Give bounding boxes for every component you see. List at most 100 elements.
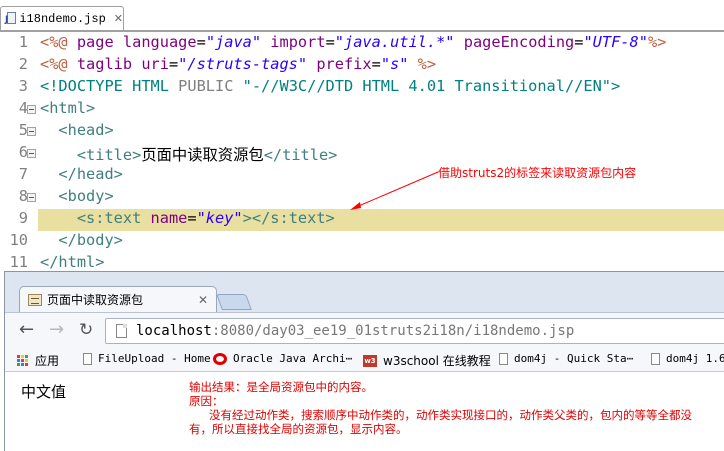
page-icon <box>83 352 92 365</box>
bookmark-label: FileUpload - Home <box>98 352 211 365</box>
bookmark-apps[interactable]: 应用 <box>17 352 59 369</box>
jsp-file-icon: J <box>5 11 16 26</box>
collapse-icon[interactable] <box>27 149 36 158</box>
url-path: :8080/day03_ee19_01struts2i18n/i18ndemo.… <box>211 323 575 339</box>
code-token: <%@ <box>40 55 77 73</box>
line-number: 7 <box>18 165 28 183</box>
code-text: </body> <box>40 231 123 249</box>
code-line[interactable]: 4 <html> <box>0 99 724 121</box>
code-line[interactable]: 5 <head> <box>0 121 724 143</box>
bookmark-oracle[interactable]: Oracle Java Archi⋯ <box>213 352 352 365</box>
page-icon <box>499 352 508 365</box>
editor-tab-bar: J i18ndemo.jsp ✕ <box>0 0 724 32</box>
code-token: <title> <box>76 146 142 164</box>
line-number: 5 <box>18 121 28 139</box>
collapse-icon[interactable] <box>27 105 36 114</box>
page-content: 中文值 输出结果：是全局资源包中的内容。 原因： 没有经过动作类，搜索顺序中动作… <box>5 372 724 451</box>
code-token: taglib <box>76 55 142 73</box>
code-text: <head> <box>40 121 114 139</box>
bookmark-dom4j-quickstart[interactable]: dom4j - Quick Sta⋯ <box>499 352 633 365</box>
note-reason-line1: 没有经过动作类，搜索顺序中动作类的，动作类实现接口的，动作类父类的，包内的等等全… <box>209 408 692 422</box>
code-line[interactable]: 1 <%@ page language="java" import="java.u… <box>0 33 724 55</box>
page-icon <box>116 324 127 338</box>
annotation-text: 借助struts2的标签来读取资源包内容 <box>438 166 637 180</box>
browser-toolbar: ← → ↻ localhost:8080/day03_ee19_01struts… <box>5 312 724 348</box>
code-token: "java.util.*" <box>334 33 455 51</box>
code-token: pageEncoding <box>463 33 575 51</box>
tab-divider <box>0 30 724 32</box>
bookmarks-bar: 应用 FileUpload - Home Oracle Java Archi⋯ … <box>5 348 724 372</box>
annotation-arrow <box>350 171 439 210</box>
code-text: <html> <box>40 99 95 117</box>
collapse-icon[interactable] <box>27 127 36 136</box>
code-token: "/struts-tags" <box>178 55 308 73</box>
note-reason-line2: 有，所以直接找全局的资源包，显示内容。 <box>189 422 408 436</box>
line-gutter: 2 <box>0 55 38 77</box>
code-token: <s:text <box>76 209 151 227</box>
code-token: </html> <box>40 253 105 271</box>
editor-tab-i18ndemo[interactable]: J i18ndemo.jsp ✕ <box>0 6 124 30</box>
code-token: prefix <box>316 55 372 73</box>
code-line[interactable]: 3 <!DOCTYPE HTML PUBLIC "-//W3C//DTD HTML… <box>0 77 724 99</box>
code-token: = <box>196 33 206 51</box>
line-number: 9 <box>18 209 28 227</box>
line-gutter: 10 <box>0 231 38 253</box>
close-icon[interactable]: ✕ <box>198 293 208 307</box>
code-area[interactable]: 1 <%@ page language="java" import="java.u… <box>0 33 724 275</box>
code-line[interactable]: 2 <%@ taglib uri="/struts-tags" prefix="s… <box>0 55 724 77</box>
code-token: "key" <box>196 209 243 227</box>
apps-icon <box>17 354 29 367</box>
editor-tab-title: i18ndemo.jsp <box>19 11 106 26</box>
line-number: 3 <box>18 77 28 95</box>
code-token: <%@ <box>40 33 77 51</box>
bookmark-label: Oracle Java Archi⋯ <box>233 352 353 365</box>
forward-arrow-icon[interactable]: → <box>49 321 64 339</box>
new-tab-button[interactable] <box>216 294 252 310</box>
note-reason-label: 原因： <box>189 394 224 408</box>
address-bar[interactable]: localhost:8080/day03_ee19_01struts2i18n/… <box>105 318 724 344</box>
line-number: 1 <box>18 33 28 51</box>
code-token: = <box>168 55 179 73</box>
collapse-icon[interactable] <box>27 193 36 202</box>
code-token: uri <box>141 55 169 73</box>
result-note: 输出结果：是全局资源包中的内容。 原因： 没有经过动作类，搜索顺序中动作类的，动… <box>189 380 724 436</box>
page-icon <box>651 352 660 365</box>
line-gutter: 5 <box>0 121 38 143</box>
code-token: </body> <box>58 231 123 249</box>
code-text: <%@ taglib uri="/struts-tags" prefix="s"… <box>40 55 436 73</box>
bookmark-fileupload[interactable]: FileUpload - Home <box>83 352 211 365</box>
code-token: language <box>122 33 197 51</box>
code-token: <body> <box>58 187 114 205</box>
bookmark-label: dom4j 1.6. <box>666 352 724 365</box>
browser-tab-title: 页面中读取资源包 <box>47 293 144 307</box>
line-number: 8 <box>18 187 28 205</box>
line-gutter: 4 <box>0 99 38 121</box>
bookmark-dom4j-16[interactable]: dom4j 1.6. <box>651 352 724 365</box>
code-text: <%@ page language="java" import="java.ut… <box>40 33 666 51</box>
w3school-icon: w3 <box>363 354 377 367</box>
line-gutter: 9 <box>0 209 38 231</box>
back-arrow-icon[interactable]: ← <box>19 321 34 339</box>
code-token: "java" <box>205 33 262 51</box>
code-line[interactable]: 10 </body> <box>0 231 724 253</box>
code-text: <!DOCTYPE HTML PUBLIC "-//W3C//DTD HTML … <box>40 77 620 95</box>
code-token: "-//W3C//DTD HTML 4.01 Transitional//EN"… <box>242 77 621 95</box>
code-token: ></s:text> <box>242 209 335 227</box>
line-number: 11 <box>9 253 28 271</box>
code-token: %> <box>647 33 667 51</box>
code-token: %> <box>417 55 437 73</box>
reload-icon[interactable]: ↻ <box>79 321 93 339</box>
browser-tab[interactable]: 页面中读取资源包 ✕ <box>19 286 217 312</box>
note-title: 输出结果：是全局资源包中的内容。 <box>189 380 373 394</box>
close-icon[interactable]: ✕ <box>114 12 123 25</box>
bookmark-w3school[interactable]: w3 w3school 在线教程 <box>363 352 491 369</box>
code-token: <head> <box>58 121 114 139</box>
line-number: 6 <box>18 143 28 161</box>
